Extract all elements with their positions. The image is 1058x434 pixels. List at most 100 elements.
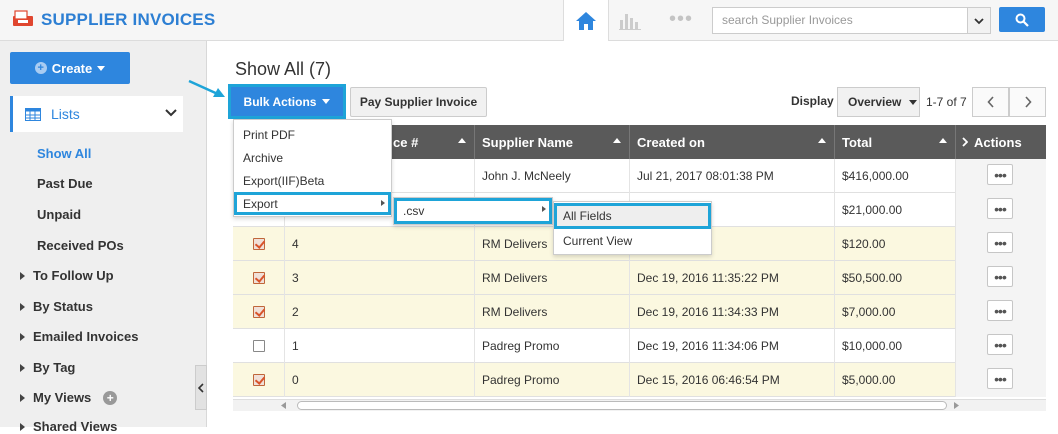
total-cell: $10,000.00 bbox=[835, 329, 956, 363]
menu-item-current-view[interactable]: Current View bbox=[554, 229, 711, 252]
sidebar-group-label: My Views bbox=[33, 390, 92, 405]
sort-arrow-icon bbox=[613, 138, 621, 143]
header-created-on[interactable]: Created on bbox=[630, 125, 835, 159]
export-submenu: .csv bbox=[393, 197, 553, 225]
collapse-sidebar-handle[interactable] bbox=[195, 365, 207, 410]
row-checkbox[interactable] bbox=[253, 374, 265, 386]
total-cell: $5,000.00 bbox=[835, 363, 956, 397]
row-actions-button[interactable]: ••• bbox=[987, 232, 1013, 253]
sidebar-group-emailed-invoices[interactable]: Emailed Invoices bbox=[20, 329, 139, 344]
sidebar-item-show-all[interactable]: Show All bbox=[37, 146, 91, 161]
row-actions-button[interactable]: ••• bbox=[987, 198, 1013, 219]
created-on-cell: Dec 15, 2016 06:46:54 PM bbox=[630, 363, 835, 397]
sidebar-group-by-status[interactable]: By Status bbox=[20, 299, 93, 314]
sidebar: + Create Lists Show All Past Due Unpaid … bbox=[0, 41, 207, 434]
add-view-icon[interactable]: + bbox=[103, 390, 118, 405]
sidebar-item-unpaid[interactable]: Unpaid bbox=[37, 207, 81, 222]
search-button[interactable] bbox=[999, 7, 1045, 32]
top-bar: SUPPLIER INVOICES ••• search Supplier In… bbox=[0, 0, 1058, 41]
prev-page-button[interactable] bbox=[972, 87, 1009, 117]
pointer-arrow-icon bbox=[188, 79, 225, 97]
supplier-name-cell: RM Delivers bbox=[475, 261, 630, 295]
display-select[interactable]: Overview bbox=[837, 87, 920, 117]
submenu-arrow-icon bbox=[381, 200, 385, 206]
menu-item-export[interactable]: Export bbox=[234, 192, 391, 215]
sidebar-group-label: Emailed Invoices bbox=[33, 329, 139, 344]
plus-icon: + bbox=[34, 62, 47, 74]
pay-supplier-invoice-button[interactable]: Pay Supplier Invoice bbox=[350, 87, 487, 117]
row-actions-button[interactable]: ••• bbox=[987, 334, 1013, 355]
pager-text: 1-7 of 7 bbox=[926, 95, 967, 109]
select-cell bbox=[233, 227, 285, 261]
search-dropdown-button[interactable] bbox=[967, 7, 991, 34]
header-supplier-name[interactable]: Supplier Name bbox=[475, 125, 630, 159]
next-page-button[interactable] bbox=[1009, 87, 1046, 117]
caret-right-icon bbox=[20, 271, 25, 280]
row-checkbox[interactable] bbox=[253, 272, 265, 284]
table-icon bbox=[25, 107, 41, 121]
supplier-invoice-logo-icon bbox=[13, 10, 33, 26]
menu-item-archive[interactable]: Archive bbox=[234, 146, 391, 169]
sidebar-group-my-views[interactable]: My Views + bbox=[20, 390, 118, 405]
row-actions-button[interactable]: ••• bbox=[987, 300, 1013, 321]
sidebar-item-received-pos[interactable]: Received POs bbox=[37, 238, 124, 253]
sidebar-group-by-tag[interactable]: By Tag bbox=[20, 360, 75, 375]
supplier-name-cell: Padreg Promo bbox=[475, 329, 630, 363]
created-on-cell: Dec 19, 2016 11:34:33 PM bbox=[630, 295, 835, 329]
app-title: SUPPLIER INVOICES bbox=[41, 10, 216, 29]
sort-arrow-icon bbox=[818, 138, 826, 143]
sort-arrow-icon bbox=[939, 138, 947, 143]
horizontal-scrollbar[interactable] bbox=[233, 399, 1046, 411]
menu-item-csv[interactable]: .csv bbox=[394, 198, 552, 224]
submenu-arrow-icon bbox=[542, 206, 546, 212]
chevron-right-icon bbox=[1024, 96, 1032, 108]
row-actions-button[interactable]: ••• bbox=[987, 164, 1013, 185]
scroll-left-icon[interactable] bbox=[281, 402, 287, 409]
menu-item-print-pdf[interactable]: Print PDF bbox=[234, 123, 391, 146]
lists-label: Lists bbox=[51, 106, 80, 122]
bar-chart-icon[interactable] bbox=[618, 10, 644, 30]
chevron-down-icon bbox=[974, 17, 984, 24]
table-row[interactable]: 0 Padreg Promo Dec 15, 2016 06:46:54 PM $5,… bbox=[233, 363, 1046, 397]
table-row[interactable]: 3 RM Delivers Dec 19, 2016 11:35:22 PM $50,… bbox=[233, 261, 1046, 295]
sidebar-group-to-follow-up[interactable]: To Follow Up bbox=[20, 268, 114, 283]
create-label: Create bbox=[51, 60, 93, 76]
menu-item-all-fields[interactable]: All Fields bbox=[554, 203, 711, 229]
table-row[interactable]: 2 RM Delivers Dec 19, 2016 11:34:33 PM $7,0… bbox=[233, 295, 1046, 329]
scrollbar-thumb[interactable] bbox=[297, 401, 947, 410]
more-dots-icon[interactable]: ••• bbox=[669, 9, 693, 29]
sidebar-group-label: To Follow Up bbox=[33, 268, 114, 283]
sidebar-item-past-due[interactable]: Past Due bbox=[37, 176, 93, 191]
home-nav[interactable] bbox=[563, 0, 609, 41]
bulk-actions-button[interactable]: Bulk Actions bbox=[228, 84, 346, 119]
select-cell bbox=[233, 329, 285, 363]
lists-dropdown[interactable]: Lists bbox=[10, 96, 183, 132]
row-checkbox[interactable] bbox=[253, 238, 265, 250]
search-input[interactable]: search Supplier Invoices bbox=[712, 7, 968, 34]
total-cell: $21,000.00 bbox=[835, 193, 956, 227]
chevron-left-icon bbox=[986, 96, 994, 108]
home-icon bbox=[576, 11, 596, 30]
menu-item-export-iif[interactable]: Export(IIF)Beta bbox=[234, 169, 391, 192]
display-value: Overview bbox=[848, 95, 902, 109]
caret-down-icon bbox=[909, 99, 918, 105]
menu-item-label: .csv bbox=[403, 204, 425, 218]
csv-submenu: All Fields Current View bbox=[553, 201, 712, 255]
invoice-number-cell: 3 bbox=[285, 261, 475, 295]
table-row[interactable]: 1 Padreg Promo Dec 19, 2016 11:34:06 PM $10… bbox=[233, 329, 1046, 363]
row-checkbox[interactable] bbox=[253, 306, 265, 318]
row-checkbox[interactable] bbox=[253, 340, 265, 352]
caret-right-icon bbox=[20, 363, 25, 372]
header-actions[interactable]: Actions bbox=[956, 125, 1046, 159]
total-cell: $7,000.00 bbox=[835, 295, 956, 329]
create-button[interactable]: + Create bbox=[10, 52, 130, 84]
header-total[interactable]: Total bbox=[835, 125, 956, 159]
caret-right-icon bbox=[20, 393, 25, 402]
scroll-right-icon[interactable] bbox=[953, 402, 959, 409]
caret-down-icon bbox=[322, 99, 331, 104]
row-actions-button[interactable]: ••• bbox=[987, 266, 1013, 287]
header-label: ce # bbox=[393, 134, 419, 150]
row-actions-button[interactable]: ••• bbox=[987, 368, 1013, 389]
invoice-number-cell: 1 bbox=[285, 329, 475, 363]
header-label: Supplier Name bbox=[482, 134, 574, 150]
